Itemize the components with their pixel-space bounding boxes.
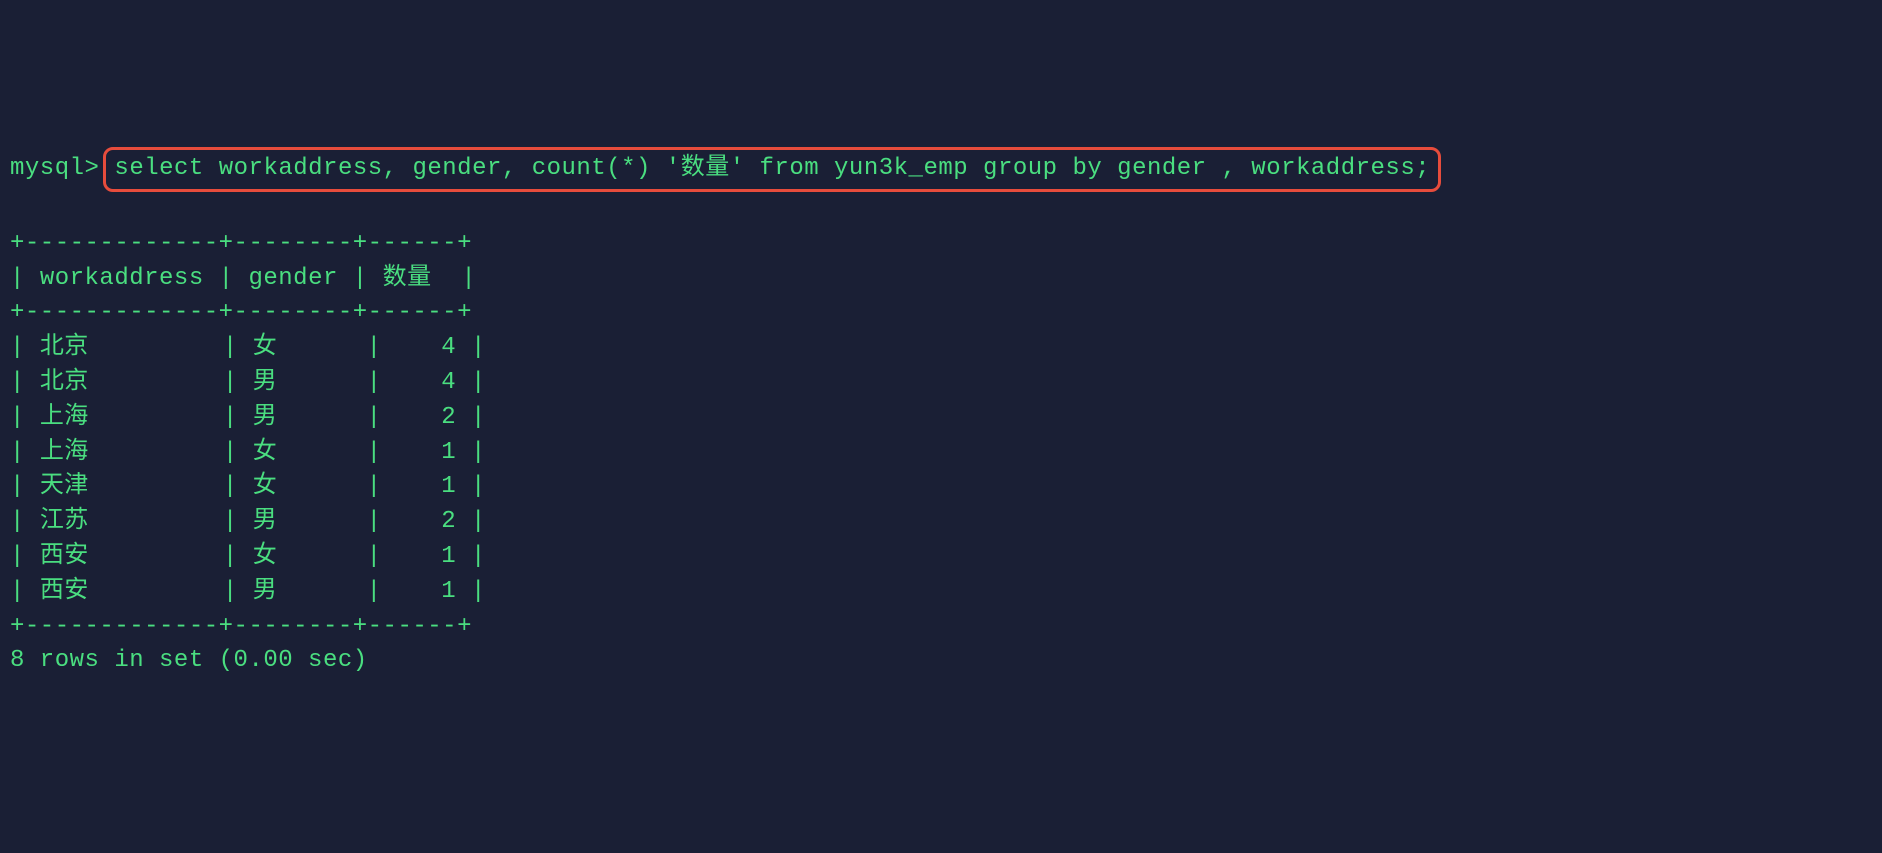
cell-workaddress: 上海 xyxy=(40,404,89,431)
table-row: | 北京 | 男 | 4 | xyxy=(10,369,486,396)
table-row: | 上海 | 男 | 2 | xyxy=(10,404,486,431)
cell-gender: 女 xyxy=(253,473,278,500)
cell-workaddress: 西安 xyxy=(40,543,89,570)
cell-gender: 女 xyxy=(253,334,278,361)
cell-gender: 男 xyxy=(253,369,278,396)
cell-count: 2 xyxy=(441,508,456,535)
cell-gender: 男 xyxy=(253,578,278,605)
prompt-line: mysql> select workaddress, gender, count… xyxy=(10,147,1872,192)
table-bottom-divider: +-------------+--------+------+ xyxy=(10,613,472,640)
table-top-divider: +-------------+--------+------+ xyxy=(10,230,472,257)
cell-workaddress: 江苏 xyxy=(40,508,89,535)
col-header-workaddress: workaddress xyxy=(40,265,204,292)
table-header-row: | workaddress | gender | 数量 | xyxy=(10,265,476,292)
cell-workaddress: 北京 xyxy=(40,334,89,361)
cell-gender: 男 xyxy=(253,404,278,431)
cell-count: 1 xyxy=(441,578,456,605)
cell-gender: 男 xyxy=(253,508,278,535)
cell-workaddress: 上海 xyxy=(40,439,89,466)
cell-workaddress: 天津 xyxy=(40,473,89,500)
cell-count: 4 xyxy=(441,334,456,361)
cell-count: 1 xyxy=(441,543,456,570)
cell-gender: 女 xyxy=(253,543,278,570)
table-header-divider: +-------------+--------+------+ xyxy=(10,299,472,326)
col-header-count: 数量 xyxy=(383,265,432,292)
mysql-prompt: mysql> xyxy=(10,152,99,187)
cell-count: 1 xyxy=(441,473,456,500)
sql-query-highlight: select workaddress, gender, count(*) '数量… xyxy=(103,147,1441,192)
col-header-gender: gender xyxy=(248,265,337,292)
cell-workaddress: 西安 xyxy=(40,578,89,605)
cell-count: 1 xyxy=(441,439,456,466)
result-footer: 8 rows in set (0.00 sec) xyxy=(10,647,368,674)
table-row: | 西安 | 男 | 1 | xyxy=(10,578,486,605)
cell-count: 4 xyxy=(441,369,456,396)
cell-workaddress: 北京 xyxy=(40,369,89,396)
cell-gender: 女 xyxy=(253,439,278,466)
query-result-table: +-------------+--------+------+ | workad… xyxy=(10,227,1872,679)
cell-count: 2 xyxy=(441,404,456,431)
table-row: | 西安 | 女 | 1 | xyxy=(10,543,486,570)
table-row: | 天津 | 女 | 1 | xyxy=(10,473,486,500)
table-row: | 江苏 | 男 | 2 | xyxy=(10,508,486,535)
table-row: | 上海 | 女 | 1 | xyxy=(10,439,486,466)
table-row: | 北京 | 女 | 4 | xyxy=(10,334,486,361)
